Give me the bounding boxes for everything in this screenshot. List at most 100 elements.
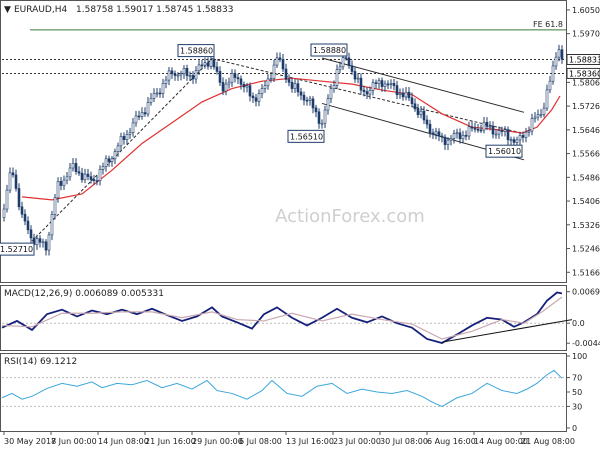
candle-body [470,126,474,129]
candle-body [446,139,450,145]
rsi-axis-label: 30 [572,402,582,411]
candle-body [359,77,363,91]
rsi-title: RSI(14) 69.1212 [4,357,77,367]
candle-body [53,197,57,215]
candle-body [326,98,330,111]
candle-body [347,57,351,67]
candle-body [350,65,354,72]
candle-body [170,70,174,75]
price-axis-label: 1.56460 [572,126,600,135]
candle-body [557,49,561,58]
candle-body [476,128,480,131]
candle-body [380,80,384,87]
candle-body [68,167,72,178]
candle-body [278,57,282,60]
candle-body [107,158,111,162]
candle-body [14,174,18,189]
candle-body [485,121,489,127]
candle-body [482,121,486,131]
candle-body [458,132,462,140]
price-axis-label: 1.54860 [572,173,600,182]
candle-body [155,92,159,95]
time-axis-label: 7 Jun 00:00 [51,437,97,446]
candle-body [308,98,312,101]
macd-axis: 0.006982 0.0 -0.00444 [566,288,600,348]
price-axis-label: 1.53260 [572,221,600,230]
candle-body [266,78,270,87]
candle-body [11,172,15,176]
candle-body [59,181,63,186]
candle-body [95,180,99,182]
level-label: FE 61.8 [533,20,563,29]
candle-body [302,94,306,101]
candle-body [440,135,444,138]
candle-body [392,83,396,86]
candle-body [161,83,165,94]
candle-body [413,103,417,110]
candle-body [44,241,48,251]
symbol-dropdown-icon[interactable]: ▼ [4,5,11,15]
candle-body [443,136,447,145]
candle-body [452,133,456,139]
candle-body [260,88,264,94]
candle-body [119,136,123,147]
candle-body [449,138,453,141]
candle-body [26,220,30,231]
candle-body [179,73,183,76]
candle-body [314,107,318,113]
macd-axis-label: 0.0 [572,319,585,328]
price-axis-label: 1.52460 [572,245,600,254]
candle-body [140,112,144,117]
candle-body [230,73,234,83]
candle-body [47,234,51,251]
candle-body [89,176,93,180]
price-annotation-label: 1.58860 [180,47,213,56]
price-axis-label: 1.55660 [572,150,600,159]
candle-body [56,181,60,199]
candle-body [530,118,534,132]
candle-body [545,89,549,109]
candle-body [239,78,243,85]
candle-body [71,163,75,169]
candle-body [371,82,375,91]
time-axis-label: 6 Aug 16:00 [427,437,476,446]
candle-body [383,83,387,87]
candle-body [191,75,195,80]
candle-body [83,173,87,181]
candle-body [377,80,381,84]
candle-body [344,57,348,59]
candle-body [104,158,108,167]
candle-body [110,158,114,162]
candle-body [50,214,54,236]
candle-body [269,78,273,80]
price-axis-label: 1.59700 [572,30,600,39]
candle-body [509,139,513,141]
candle-body [221,82,225,92]
candle-body [398,93,402,96]
candle-body [491,125,495,135]
candle-body [254,97,258,102]
time-axis-label: 21 Jun 16:00 [145,437,196,446]
candle-body [518,135,522,141]
candle-body [416,108,420,115]
time-axis: 30 May 20187 Jun 00:00 14 Jun 08:0021 Jun… [3,431,575,446]
candle-body [185,68,189,76]
candle-body [242,84,246,88]
candle-body [551,65,555,82]
candle-body [200,64,204,67]
candle-body [245,85,249,88]
candle-body [473,127,477,130]
candle-body [461,135,465,140]
macd-axis-label: -0.00444 [572,339,600,348]
price-badge-label: 1.58833 [569,55,600,64]
price-axis-label: 1.54060 [572,197,600,206]
candle-body [281,59,285,70]
candle-body [212,59,216,68]
candle-body [431,132,435,135]
candle-body [287,79,291,83]
candle-body [152,93,156,99]
price-annotation-label: 1.56010 [488,147,521,156]
candle-body [305,99,309,102]
candle-body [203,62,207,66]
candle-body [65,176,69,181]
